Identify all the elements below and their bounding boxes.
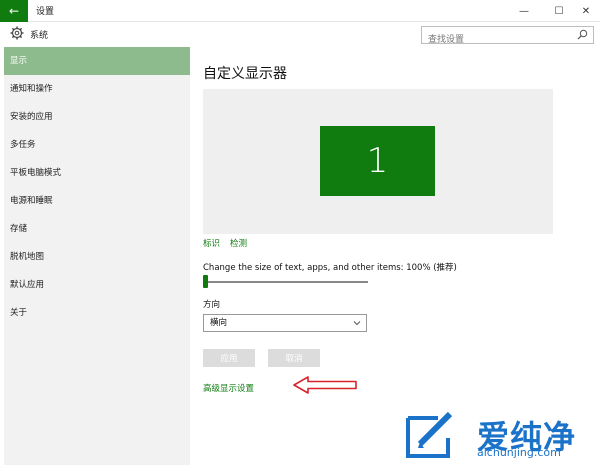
search-box[interactable] — [421, 26, 594, 48]
page-title: 系统 — [30, 31, 49, 41]
scale-slider-thumb[interactable] — [203, 275, 208, 288]
identify-link[interactable]: 标识 — [203, 239, 220, 249]
scale-slider-track[interactable] — [203, 281, 368, 283]
scale-label: Change the size of text, apps, and other… — [203, 263, 457, 273]
chevron-down-icon — [353, 321, 361, 326]
main-content: 自定义显示器 1 标识 检测 Change the size of text, a… — [190, 47, 600, 465]
search-icon[interactable] — [577, 29, 588, 40]
sidebar: 显示 通知和操作 安装的应用 多任务 平板电脑模式 电源和睡眠 存储 脱机地图 … — [4, 47, 190, 465]
maximize-button[interactable]: ☐ — [545, 0, 573, 22]
back-arrow-icon: ← — [8, 4, 20, 18]
display-links: 标识 检测 — [203, 237, 257, 249]
sidebar-item-installed-apps[interactable]: 安装的应用 — [4, 103, 190, 131]
watermark-url: aichunjing.com — [477, 446, 561, 459]
sidebar-item-tablet-mode[interactable]: 平板电脑模式 — [4, 159, 190, 187]
sidebar-item-power-sleep[interactable]: 电源和睡眠 — [4, 187, 190, 215]
detect-link[interactable]: 检测 — [230, 239, 247, 249]
title-bar: ← 设置 — ☐ ✕ — [0, 0, 600, 22]
close-button[interactable]: ✕ — [572, 0, 600, 22]
sidebar-item-offline-maps[interactable]: 脱机地图 — [4, 243, 190, 271]
orientation-label: 方向 — [203, 300, 221, 310]
sidebar-item-notifications[interactable]: 通知和操作 — [4, 75, 190, 103]
sidebar-item-display[interactable]: 显示 — [4, 47, 190, 75]
cancel-button[interactable]: 取消 — [268, 349, 320, 367]
monitor-tile[interactable]: 1 — [320, 126, 435, 196]
display-preview: 1 — [203, 89, 553, 234]
settings-header: 系统 — [0, 22, 600, 48]
section-title: 自定义显示器 — [203, 66, 287, 82]
search-input[interactable] — [422, 32, 572, 48]
back-button[interactable]: ← — [0, 0, 28, 22]
window-title: 设置 — [36, 7, 55, 17]
sidebar-item-storage[interactable]: 存储 — [4, 215, 190, 243]
red-arrow-annotation — [293, 376, 357, 394]
advanced-display-settings-link[interactable]: 高级显示设置 — [203, 382, 254, 394]
orientation-dropdown[interactable]: 横向 — [203, 314, 367, 332]
gear-icon — [10, 26, 24, 40]
sidebar-item-multitasking[interactable]: 多任务 — [4, 131, 190, 159]
minimize-button[interactable]: — — [510, 0, 538, 22]
orientation-value: 横向 — [210, 318, 228, 328]
sidebar-item-about[interactable]: 关于 — [4, 299, 190, 327]
apply-button[interactable]: 应用 — [203, 349, 255, 367]
watermark-logo — [406, 411, 453, 458]
sidebar-item-default-apps[interactable]: 默认应用 — [4, 271, 190, 299]
